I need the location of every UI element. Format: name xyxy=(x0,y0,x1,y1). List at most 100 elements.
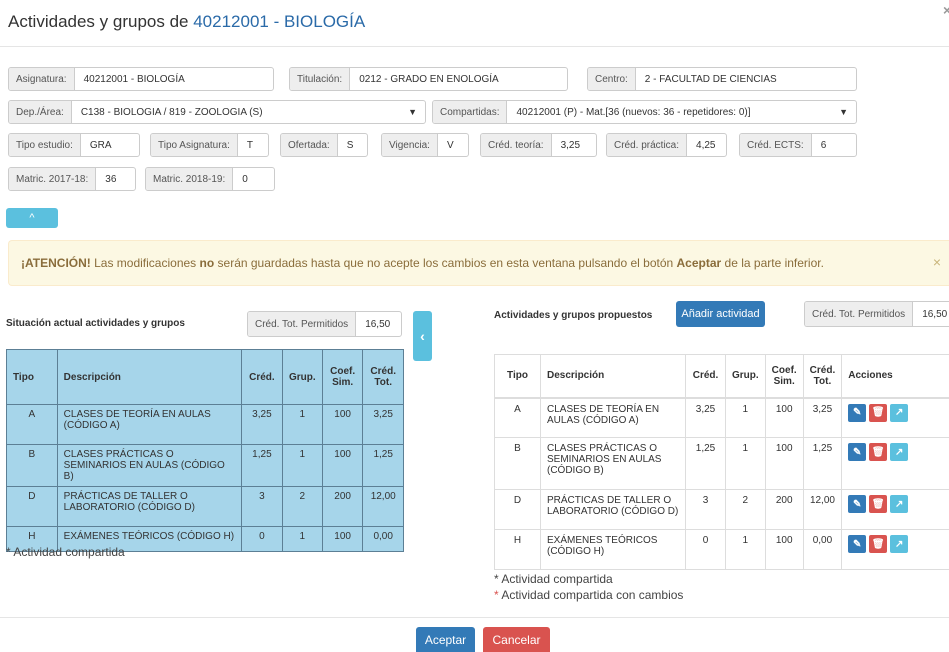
chevron-up-icon: ^ xyxy=(29,212,35,224)
tipo-estudio-field: Tipo estudio: GRA xyxy=(8,133,140,157)
table-header-row: Tipo Descripción Créd. Grup. Coef. Sim. … xyxy=(494,354,949,399)
cell-grup: 1 xyxy=(725,397,766,438)
right-cred-label: Créd. Tot. Permitidos xyxy=(805,302,914,326)
vigencia-value: V xyxy=(446,139,454,151)
cell-coef: 200 xyxy=(321,486,364,527)
ofertada-label: Ofertada: xyxy=(281,134,338,156)
asignatura-value: 40212001 - BIOLOGÍA xyxy=(83,73,185,85)
tipo-asignatura-field: Tipo Asignatura: T xyxy=(150,133,269,157)
open-icon[interactable]: ↗ xyxy=(890,535,909,553)
cell-tipo: D xyxy=(494,489,541,530)
delete-icon[interactable]: 🗑 xyxy=(869,535,888,553)
col-acciones: Acciones xyxy=(841,354,949,399)
alert-close-icon[interactable]: × xyxy=(933,254,941,270)
alert-text-2: serán guardadas hasta que no acepte los … xyxy=(214,256,677,270)
cred-practica-value: 4,25 xyxy=(696,139,716,151)
dep-area-label: Dep./Área: xyxy=(9,101,72,123)
collapse-button[interactable]: ^ xyxy=(6,208,58,228)
proposed-section-title: Actividades y grupos propuestos xyxy=(494,310,653,321)
cell-coef: 100 xyxy=(764,397,804,438)
right-note-2-text: Actividad compartida con cambios xyxy=(498,588,684,602)
col-cred-tot: Créd. Tot. xyxy=(802,354,843,399)
cell-cred-tot: 0,00 xyxy=(802,529,843,570)
right-note-2: * Actividad compartida con cambios xyxy=(494,588,683,602)
cancel-button[interactable]: Cancelar xyxy=(483,627,550,652)
cell-acciones: ✎ 🗑 ↗ xyxy=(841,489,949,530)
left-cred-permitidos: Créd. Tot. Permitidos 16,50 xyxy=(247,311,402,337)
dep-area-select[interactable]: Dep./Área: C138 - BIOLOGIA / 819 - ZOOLO… xyxy=(8,100,426,124)
cell-tipo: D xyxy=(6,486,58,527)
delete-icon[interactable]: 🗑 xyxy=(869,443,888,461)
cell-cred: 3,25 xyxy=(241,404,283,445)
copy-left-button[interactable]: ‹ xyxy=(413,311,432,361)
edit-icon[interactable]: ✎ xyxy=(848,535,867,553)
cell-grup: 1 xyxy=(281,526,323,552)
cell-grup: 1 xyxy=(281,444,323,487)
cell-cred-tot: 12,00 xyxy=(802,489,843,530)
cell-grup: 1 xyxy=(725,437,766,490)
accept-button[interactable]: Aceptar xyxy=(416,627,475,652)
alert-strong-atencion: ¡ATENCIÓN! xyxy=(21,256,91,270)
matric-2018-label: Matric. 2018-19: xyxy=(146,168,234,190)
caret-down-icon: ▼ xyxy=(839,107,848,117)
left-note: * Actividad compartida xyxy=(6,545,125,559)
cell-cred: 0 xyxy=(685,529,726,570)
tipo-asignatura-value: T xyxy=(246,139,254,151)
cell-cred: 1,25 xyxy=(685,437,726,490)
cell-cred: 1,25 xyxy=(241,444,283,487)
titulacion-field: Titulación: 0212 - GRADO EN ENOLOGÍA xyxy=(289,67,568,91)
col-cred-tot: Créd. Tot. xyxy=(362,349,404,405)
cell-tipo: H xyxy=(494,529,541,570)
cell-cred: 0 xyxy=(241,526,283,552)
col-coef: Coef. Sim. xyxy=(321,349,364,405)
tipo-estudio-label: Tipo estudio: xyxy=(9,134,81,156)
asignatura-field: Asignatura: 40212001 - BIOLOGÍA xyxy=(8,67,274,91)
titulacion-label: Titulación: xyxy=(290,68,351,90)
cell-tipo: A xyxy=(494,397,541,438)
col-tipo: Tipo xyxy=(6,349,58,405)
open-icon[interactable]: ↗ xyxy=(890,403,909,422)
cell-cred-tot: 0,00 xyxy=(362,526,404,552)
open-icon[interactable]: ↗ xyxy=(890,443,909,461)
cell-acciones: ✎ 🗑 ↗ xyxy=(841,437,949,490)
cell-cred-tot: 12,00 xyxy=(362,486,404,527)
col-grup: Grup. xyxy=(725,354,766,399)
left-cred-value: 16,50 xyxy=(365,318,391,330)
cred-practica-field: Créd. práctica: 4,25 xyxy=(606,133,727,157)
matric-2018-value: 0 xyxy=(242,173,248,185)
cred-teoria-label: Créd. teoría: xyxy=(481,134,552,156)
current-activities-table: Tipo Descripción Créd. Grup. Coef. Sim. … xyxy=(6,349,404,552)
cell-cred: 3 xyxy=(241,486,283,527)
centro-label: Centro: xyxy=(588,68,636,90)
warning-alert: ¡ATENCIÓN! Las modificaciones no serán g… xyxy=(8,240,949,286)
edit-icon[interactable]: ✎ xyxy=(848,403,867,422)
col-tipo: Tipo xyxy=(494,354,541,399)
modal-header: Actividades y grupos de 40212001 - BIOLO… xyxy=(0,0,949,47)
cell-tipo: B xyxy=(494,437,541,490)
compartidas-select[interactable]: Compartidas: 40212001 (P) - Mat.[36 (nue… xyxy=(432,100,857,124)
edit-icon[interactable]: ✎ xyxy=(848,495,867,513)
cell-coef: 100 xyxy=(321,444,364,487)
open-icon[interactable]: ↗ xyxy=(890,495,909,513)
cred-ects-field: Créd. ECTS: 6 xyxy=(739,133,857,157)
right-cred-value: 16,50 xyxy=(922,308,948,320)
edit-icon[interactable]: ✎ xyxy=(848,443,867,461)
cred-teoria-field: Créd. teoría: 3,25 xyxy=(480,133,597,157)
title-code: 40212001 - BIOLOGÍA xyxy=(193,12,366,31)
cell-descripcion: PRÁCTICAS DE TALLER O LABORATORIO (CÓDIG… xyxy=(540,489,686,530)
delete-icon[interactable]: 🗑 xyxy=(869,495,888,513)
ofertada-field: Ofertada: S xyxy=(280,133,368,157)
close-icon[interactable]: × xyxy=(943,2,949,18)
cell-cred: 3 xyxy=(685,489,726,530)
cell-tipo: B xyxy=(6,444,58,487)
proposed-activities-table: Tipo Descripción Créd. Grup. Coef. Sim. … xyxy=(494,354,949,570)
table-row: B CLASES PRÁCTICAS O SEMINARIOS EN AULAS… xyxy=(6,444,404,487)
delete-icon[interactable]: 🗑 xyxy=(869,403,888,422)
add-activity-button[interactable]: Añadir actividad xyxy=(676,301,765,327)
cell-descripcion: CLASES PRÁCTICAS O SEMINARIOS EN AULAS (… xyxy=(56,444,243,487)
cell-coef: 100 xyxy=(321,526,364,552)
cell-grup: 2 xyxy=(281,486,323,527)
current-section-title: Situación actual actividades y grupos xyxy=(6,318,185,329)
cell-cred-tot: 3,25 xyxy=(802,397,843,438)
cell-coef: 100 xyxy=(764,529,804,570)
